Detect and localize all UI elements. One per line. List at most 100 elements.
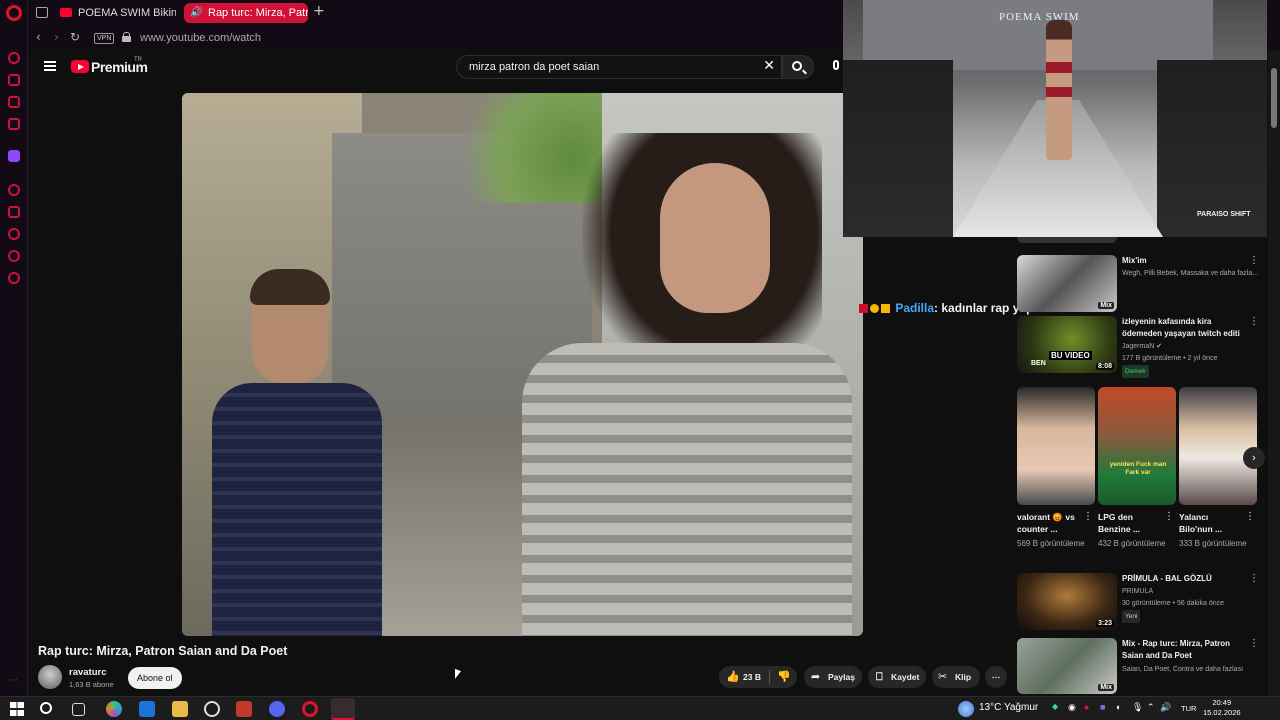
search-button[interactable] [782, 55, 814, 79]
list-item[interactable]: Mix Mix'im Wegh, Pilli Bebek, Massaka ve… [1017, 255, 1267, 312]
channel-name[interactable]: ravaturc [69, 667, 107, 678]
system-clock[interactable]: 20:49 15.02.2026 [1203, 698, 1241, 718]
windows-start-icon[interactable] [9, 701, 25, 717]
short-views: 333 B görüntüleme [1179, 539, 1247, 548]
sidebar-messenger-icon[interactable] [8, 96, 20, 108]
tray-nvidia-icon[interactable]: ◆ [1052, 702, 1058, 711]
opera-icon[interactable] [302, 701, 318, 717]
tab-islands-icon[interactable] [36, 7, 48, 18]
youtube-logo-icon[interactable] [71, 60, 89, 73]
clip-button[interactable]: ✂ Klip [932, 666, 980, 688]
sidebar-bag-icon[interactable] [8, 74, 20, 86]
short-item[interactable]: yeniden Fuck man Fark var LPG den Benzin… [1098, 387, 1176, 548]
more-icon[interactable]: ⋮ [1249, 573, 1259, 584]
dislike-icon[interactable]: 👎 [777, 666, 791, 688]
chevron-right-icon[interactable]: › [1243, 447, 1265, 469]
sidebar-history-icon[interactable] [8, 228, 20, 240]
task-view-icon[interactable] [72, 703, 85, 716]
short-item[interactable]: valorant 😡 vs counter ... 569 B görüntül… [1017, 387, 1095, 548]
sound-icon[interactable]: 🔊 [1160, 702, 1171, 713]
scrollbar-thumb[interactable] [1271, 68, 1277, 128]
sidebar-settings-icon[interactable] [8, 272, 20, 284]
sidebar-mail-icon[interactable] [8, 118, 20, 130]
video-player[interactable] [182, 93, 863, 636]
game-app-icon[interactable] [236, 701, 252, 717]
video-thumbnail: BU VIDEO BEN 8:08 [1017, 316, 1117, 373]
sidebar-extensions-icon[interactable] [8, 250, 20, 262]
steam-icon[interactable] [204, 701, 220, 717]
chevron-up-icon[interactable]: ⌃ [1147, 702, 1155, 713]
short-thumbnail [1017, 387, 1095, 505]
more-icon[interactable]: ⋮ [1164, 511, 1174, 522]
forward-icon[interactable]: › [54, 30, 59, 44]
tag-row: Demek [1122, 365, 1149, 378]
copilot-icon[interactable] [106, 701, 122, 717]
weather-rain-icon[interactable] [958, 701, 974, 717]
short-title: Yalancı Bilo'nun ... [1179, 512, 1223, 534]
language-indicator[interactable]: TUR [1181, 704, 1196, 713]
thumbnail-text: BU VIDEO [1049, 351, 1092, 360]
url-field[interactable]: www.youtube.com/watch [140, 32, 261, 44]
tray-discord-icon[interactable]: ◉ [1068, 702, 1076, 713]
subscriber-count: 1,63 B abone [69, 680, 114, 689]
sidebar-twitch-icon[interactable] [8, 150, 20, 162]
file-explorer-icon[interactable] [172, 701, 188, 717]
sidebar-player-icon[interactable] [8, 184, 20, 196]
outlook-icon[interactable] [139, 701, 155, 717]
more-icon[interactable]: ⋮ [1249, 255, 1259, 266]
mouse-cursor-icon [455, 668, 461, 682]
sidebar-more-icon[interactable]: ⋯ [8, 675, 18, 686]
more-actions-button[interactable]: ⋯ [985, 666, 1007, 688]
search-input[interactable]: mirza patron da poet saian ✕ [456, 55, 782, 79]
microphone-icon[interactable]: 🎙 [1132, 702, 1143, 713]
pip-model [1046, 20, 1072, 160]
search-icon[interactable] [40, 702, 52, 714]
back-icon[interactable]: ‹ [36, 30, 41, 44]
thumbnail-text: yeniden Fuck man Fark var [1109, 461, 1167, 476]
list-item[interactable]: Mix Mix - Rap turc: Mirza, Patron Saian … [1017, 638, 1267, 694]
clear-search-icon[interactable]: ✕ [763, 58, 775, 74]
list-item[interactable] [1017, 186, 1267, 244]
tab-poema-swim[interactable]: POEMA SWIM Bikini Fashi [54, 3, 176, 23]
weather-text[interactable]: 13°C Yağmur [979, 702, 1038, 713]
tray-app-icon[interactable]: ● [1084, 702, 1089, 712]
opera-gx-active-icon[interactable] [331, 698, 355, 720]
like-count[interactable]: 23 B [743, 666, 761, 688]
channel-avatar[interactable] [38, 665, 62, 689]
sidebar-bookmark-icon[interactable] [8, 206, 20, 218]
microphone-icon[interactable] [833, 60, 839, 70]
picture-in-picture-player[interactable]: POEMA SWIM PARAISO SHIFT [843, 0, 1267, 237]
list-item[interactable]: 3:23 PRİMULA - BAL GÖZLÜ PRIMULA 30 görü… [1017, 573, 1267, 630]
short-thumbnail [1179, 387, 1257, 505]
vpn-badge[interactable]: VPN [94, 33, 115, 44]
opera-logo-icon[interactable] [6, 5, 22, 21]
more-icon[interactable]: ⋮ [1083, 511, 1093, 522]
tab-rap-turc[interactable]: 🔊 Rap turc: Mirza, Patron [184, 3, 308, 23]
chat-username[interactable]: Padilla [895, 301, 934, 315]
more-icon[interactable]: ⋮ [1249, 316, 1259, 327]
tray-shield-icon[interactable]: ◐ [1116, 702, 1121, 712]
discord-icon[interactable] [269, 701, 285, 717]
sidebar-ai-icon[interactable] [8, 52, 20, 64]
share-button[interactable]: ➦ Paylaş [804, 666, 862, 688]
like-icon[interactable]: 👍 [726, 666, 740, 688]
subscribe-button[interactable]: Abone ol [128, 667, 182, 689]
duration-badge: 3:23 [1095, 620, 1114, 627]
chat-badge-icon [881, 304, 890, 313]
short-item[interactable]: Yalancı Bilo'nun ... 333 B görüntüleme ⋮ [1179, 387, 1257, 548]
video-title: Mix'im [1122, 256, 1147, 265]
save-button[interactable]: ⎕ Kaydet [868, 666, 926, 688]
clock-time: 20:49 [1212, 698, 1232, 707]
reload-icon[interactable]: ↻ [70, 30, 80, 44]
more-icon[interactable]: ⋮ [1249, 638, 1259, 649]
taskbar: 13°C Yağmur ◆ ◉ ● ■ ◐ 🎙 ⌃ 🔊 TUR 20:49 15… [0, 696, 1280, 720]
list-item[interactable]: BU VIDEO BEN 8:08 izleyenin kafasında ki… [1017, 316, 1267, 378]
tray-app-icon[interactable]: ■ [1100, 702, 1105, 712]
more-icon[interactable]: ⋮ [1245, 511, 1255, 522]
new-tab-button[interactable]: + [313, 3, 325, 19]
lock-icon[interactable] [122, 32, 131, 42]
menu-icon[interactable] [44, 61, 56, 71]
chat-badge-icon [859, 304, 868, 313]
short-views: 569 B görüntüleme [1017, 539, 1085, 548]
scrollbar[interactable] [1268, 50, 1280, 696]
